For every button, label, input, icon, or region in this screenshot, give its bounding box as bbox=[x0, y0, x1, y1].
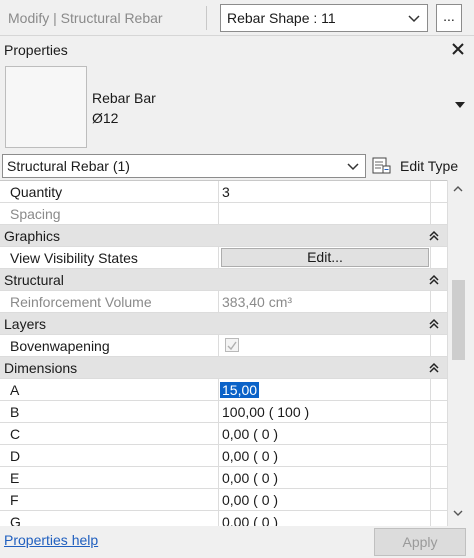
property-value: 0,00 ( 0 ) bbox=[222, 426, 279, 442]
dim-a-field[interactable]: 15,00 bbox=[218, 379, 430, 400]
ribbon-context-bar: Modify | Structural Rebar Rebar Shape : … bbox=[0, 0, 474, 36]
property-name: A bbox=[10, 382, 20, 398]
property-value: 383,40 cm³ bbox=[222, 294, 293, 310]
dim-d-field[interactable]: 0,00 ( 0 ) bbox=[218, 445, 430, 466]
group-header-graphics[interactable]: Graphics bbox=[0, 225, 447, 247]
property-row-dim-e: E 0,00 ( 0 ) bbox=[0, 467, 447, 489]
properties-scrollbar[interactable] bbox=[447, 180, 468, 526]
property-name: E bbox=[10, 470, 20, 486]
property-row-dim-b: B 100,00 ( 100 ) bbox=[0, 401, 447, 423]
divider bbox=[206, 6, 207, 30]
property-name: F bbox=[10, 492, 19, 508]
view-visibility-edit-button[interactable]: Edit... bbox=[221, 248, 429, 267]
instance-filter-dropdown[interactable]: Structural Rebar (1) bbox=[2, 154, 366, 178]
instance-filter-row: Structural Rebar (1) Edit Type bbox=[0, 152, 474, 180]
collapse-icon[interactable] bbox=[428, 318, 440, 330]
type-selector[interactable]: Rebar Bar Ø12 bbox=[0, 62, 474, 152]
property-row-dim-f: F 0,00 ( 0 ) bbox=[0, 489, 447, 511]
property-row-spacing: Spacing bbox=[0, 203, 447, 225]
property-name: C bbox=[10, 426, 21, 442]
rebar-shape-dropdown[interactable]: Rebar Shape : 11 bbox=[220, 4, 428, 32]
property-row-dim-c: C 0,00 ( 0 ) bbox=[0, 423, 447, 445]
property-value: 0,00 ( 0 ) bbox=[222, 470, 279, 486]
dim-g-field[interactable]: 0,00 ( 0 ) bbox=[218, 511, 430, 526]
collapse-icon[interactable] bbox=[428, 362, 440, 374]
property-name: Bovenwapening bbox=[10, 338, 110, 354]
property-row-dim-g: G 0,00 ( 0 ) bbox=[0, 511, 447, 526]
instance-filter-value: Structural Rebar (1) bbox=[7, 158, 130, 174]
apply-button[interactable]: Apply bbox=[374, 528, 466, 556]
group-title: Graphics bbox=[4, 228, 61, 244]
property-value: 100,00 ( 100 ) bbox=[222, 404, 310, 420]
type-name: Ø12 bbox=[92, 110, 119, 126]
property-row-quantity: Quantity 3 bbox=[0, 181, 447, 203]
scrollbar-thumb[interactable] bbox=[452, 280, 465, 360]
properties-grid: Quantity 3 Spacing Graphics View Visibil… bbox=[0, 180, 447, 526]
dim-b-field[interactable]: 100,00 ( 100 ) bbox=[218, 401, 430, 422]
property-row-reinforcement-volume: Reinforcement Volume 383,40 cm³ bbox=[0, 291, 447, 313]
quantity-field[interactable]: 3 bbox=[218, 181, 430, 202]
property-value: 15,00 bbox=[220, 382, 260, 398]
property-name: Spacing bbox=[10, 206, 61, 222]
scroll-up-icon[interactable] bbox=[453, 186, 463, 192]
group-header-structural[interactable]: Structural bbox=[0, 269, 447, 291]
chevron-down-icon bbox=[347, 163, 359, 171]
property-name: B bbox=[10, 404, 20, 420]
properties-help-link[interactable]: Properties help bbox=[4, 532, 98, 548]
type-family-name: Rebar Bar bbox=[92, 90, 156, 106]
rebar-shape-value: Rebar Shape : 11 bbox=[227, 10, 336, 26]
property-row-bovenwapening: Bovenwapening bbox=[0, 335, 447, 357]
spacing-field bbox=[218, 203, 430, 224]
property-name: Reinforcement Volume bbox=[10, 294, 152, 310]
properties-palette-header: Properties bbox=[0, 38, 474, 62]
bovenwapening-checkbox[interactable] bbox=[225, 338, 239, 352]
palette-title: Properties bbox=[4, 42, 68, 58]
chevron-down-icon bbox=[408, 15, 420, 23]
type-selector-arrow-icon[interactable] bbox=[455, 101, 465, 109]
property-name: D bbox=[10, 448, 21, 464]
property-value: 0,00 ( 0 ) bbox=[222, 514, 279, 526]
modify-context-label: Modify | Structural Rebar bbox=[8, 10, 163, 26]
dim-e-field[interactable]: 0,00 ( 0 ) bbox=[218, 467, 430, 488]
properties-footer: Properties help Apply bbox=[0, 526, 474, 558]
property-name: G bbox=[10, 514, 21, 526]
dim-f-field[interactable]: 0,00 ( 0 ) bbox=[218, 489, 430, 510]
type-preview-image bbox=[5, 66, 87, 148]
scroll-down-icon[interactable] bbox=[453, 510, 463, 516]
property-name: Quantity bbox=[10, 184, 63, 200]
close-icon[interactable] bbox=[450, 41, 466, 57]
checkmark-icon bbox=[227, 341, 237, 351]
group-header-dimensions[interactable]: Dimensions bbox=[0, 357, 447, 379]
property-value: 0,00 ( 0 ) bbox=[222, 492, 279, 508]
group-title: Layers bbox=[4, 316, 47, 332]
edit-type-button[interactable]: Edit Type bbox=[372, 156, 472, 178]
group-title: Dimensions bbox=[4, 360, 78, 376]
property-value: 3 bbox=[222, 184, 230, 200]
property-row-dim-a: A 15,00 bbox=[0, 379, 447, 401]
property-row-dim-d: D 0,00 ( 0 ) bbox=[0, 445, 447, 467]
group-header-layers[interactable]: Layers bbox=[0, 313, 447, 335]
group-title: Structural bbox=[4, 272, 64, 288]
edit-type-label: Edit Type bbox=[400, 158, 459, 174]
rebar-shape-browser-button[interactable]: ... bbox=[436, 4, 462, 32]
property-row-view-visibility: View Visibility States Edit... bbox=[0, 247, 447, 269]
edit-type-icon bbox=[372, 157, 391, 174]
collapse-icon[interactable] bbox=[428, 274, 440, 286]
dim-c-field[interactable]: 0,00 ( 0 ) bbox=[218, 423, 430, 444]
collapse-icon[interactable] bbox=[428, 230, 440, 242]
property-value: 0,00 ( 0 ) bbox=[222, 448, 279, 464]
property-name: View Visibility States bbox=[10, 250, 138, 266]
